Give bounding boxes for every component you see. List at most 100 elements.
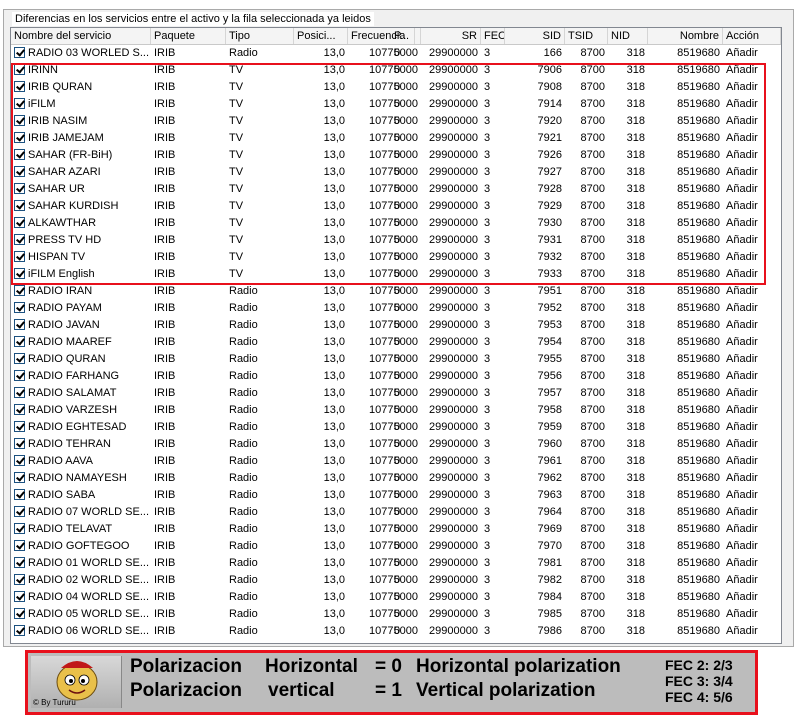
column-header[interactable]: Posici... — [294, 28, 348, 44]
table-row[interactable]: RADIO TEHRAN IRIB Radio 13,0 10775000 0 299000… — [11, 436, 781, 453]
row-checkbox[interactable] — [14, 557, 25, 568]
row-checkbox[interactable] — [14, 149, 25, 160]
row-checkbox[interactable] — [14, 404, 25, 415]
row-checkbox[interactable] — [14, 455, 25, 466]
table-row[interactable]: RADIO FARHANG IRIB Radio 13,0 10775000 0 29900… — [11, 368, 781, 385]
table-row[interactable]: RADIO NAMAYESH IRIB Radio 13,0 10775000 0 2990… — [11, 470, 781, 487]
table-cell: 8519680 — [677, 81, 720, 93]
table-row[interactable]: iFILM IRIB TV 13,0 10775000 0 29900000 3 7914 870… — [11, 96, 781, 113]
table-cell: Añadir — [726, 523, 758, 535]
row-checkbox[interactable] — [14, 217, 25, 228]
row-checkbox[interactable] — [14, 370, 25, 381]
column-header[interactable]: NID — [608, 28, 648, 44]
row-checkbox[interactable] — [14, 81, 25, 92]
row-checkbox[interactable] — [14, 438, 25, 449]
row-checkbox[interactable] — [14, 421, 25, 432]
table-row[interactable]: HISPAN TV IRIB TV 13,0 10775000 0 29900000 3 793… — [11, 249, 781, 266]
column-header[interactable]: TSID — [565, 28, 608, 44]
table-cell: 13,0 — [323, 387, 345, 399]
row-checkbox[interactable] — [14, 523, 25, 534]
table-cell: 13,0 — [323, 251, 345, 263]
table-row[interactable]: IRIB JAMEJAM IRIB TV 13,0 10775000 0 29900000 3… — [11, 130, 781, 147]
table-row[interactable]: SAHAR (FR-BiH) IRIB TV 13,0 10775000 0 2990000… — [11, 147, 781, 164]
column-header[interactable]: Nombre — [648, 28, 723, 44]
column-header[interactable]: Tipo — [226, 28, 294, 44]
row-checkbox[interactable] — [14, 387, 25, 398]
row-checkbox[interactable] — [14, 285, 25, 296]
table-cell: 8700 — [580, 319, 605, 331]
row-checkbox[interactable] — [14, 608, 25, 619]
table-row[interactable]: RADIO IRAN IRIB Radio 13,0 10775000 0 29900000… — [11, 283, 781, 300]
row-checkbox[interactable] — [14, 47, 25, 58]
column-header[interactable]: Acción — [723, 28, 781, 44]
table-row[interactable]: RADIO AAVA IRIB Radio 13,0 10775000 0 29900000… — [11, 453, 781, 470]
row-checkbox[interactable] — [14, 336, 25, 347]
row-checkbox[interactable] — [14, 115, 25, 126]
table-row[interactable]: RADIO 03 WORLED S... IRIB Radio 13,0 1077500… — [11, 45, 781, 62]
table-row[interactable]: RADIO QURAN IRIB Radio 13,0 10775000 0 2990000… — [11, 351, 781, 368]
row-checkbox[interactable] — [14, 268, 25, 279]
column-header[interactable]: SR — [415, 28, 481, 44]
row-checkbox[interactable] — [14, 625, 25, 636]
services-list[interactable]: Nombre del servicio Paquete Tipo Posici... F… — [10, 27, 782, 644]
table-row[interactable]: IRIB NASIM IRIB TV 13,0 10775000 0 29900000 3 79… — [11, 113, 781, 130]
table-cell: 0 — [394, 591, 401, 603]
table-row[interactable]: PRESS TV HD IRIB TV 13,0 10775000 0 29900000 3 7… — [11, 232, 781, 249]
table-row[interactable]: SAHAR UR IRIB TV 13,0 10775000 0 29900000 3 7928… — [11, 181, 781, 198]
table-row[interactable]: RADIO 07 WORLD SE... IRIB Radio 13,0 1077500… — [11, 504, 781, 521]
column-header[interactable]: Nombre del servicio — [11, 28, 151, 44]
row-checkbox[interactable] — [14, 506, 25, 517]
fec-line-2: FEC 3: 3/4 — [665, 673, 733, 689]
table-row[interactable]: SAHAR KURDISH IRIB TV 13,0 10775000 0 29900000… — [11, 198, 781, 215]
row-checkbox[interactable] — [14, 591, 25, 602]
row-checkbox[interactable] — [14, 302, 25, 313]
table-row[interactable]: RADIO 02 WORLD SE... IRIB Radio 13,0 1077500… — [11, 572, 781, 589]
table-cell: 13,0 — [323, 302, 345, 314]
row-checkbox[interactable] — [14, 540, 25, 551]
table-row[interactable]: ALKAWTHAR IRIB TV 13,0 10775000 0 29900000 3 793… — [11, 215, 781, 232]
table-row[interactable]: RADIO 06 WORLD SE... IRIB Radio 13,0 1077500… — [11, 623, 781, 640]
table-row[interactable]: RADIO JAVAN IRIB Radio 13,0 10775000 0 2990000… — [11, 317, 781, 334]
table-row[interactable]: iFILM English IRIB TV 13,0 10775000 0 29900000… — [11, 266, 781, 283]
row-checkbox[interactable] — [14, 353, 25, 364]
table-row[interactable]: RADIO VARZESH IRIB Radio 13,0 10775000 0 29900… — [11, 402, 781, 419]
service-name-cell: RADIO SALAMAT — [11, 385, 151, 402]
table-cell: 29900000 — [429, 523, 478, 535]
table-cell: 0 — [394, 523, 401, 535]
row-checkbox[interactable] — [14, 574, 25, 585]
table-row[interactable]: RADIO SALAMAT IRIB Radio 13,0 10775000 0 29900… — [11, 385, 781, 402]
column-header[interactable]: FEC — [481, 28, 505, 44]
row-checkbox[interactable] — [14, 98, 25, 109]
table-row[interactable]: RADIO EGHTESAD IRIB Radio 13,0 10775000 0 2990… — [11, 419, 781, 436]
table-row[interactable]: RADIO SABA IRIB Radio 13,0 10775000 0 29900000… — [11, 487, 781, 504]
table-cell: Radio — [229, 472, 258, 484]
table-cell: Radio — [229, 387, 258, 399]
row-checkbox[interactable] — [14, 234, 25, 245]
row-checkbox[interactable] — [14, 183, 25, 194]
service-name-cell: SAHAR AZARI — [11, 164, 151, 181]
row-checkbox[interactable] — [14, 489, 25, 500]
table-row[interactable]: RADIO 01 WORLD SE... IRIB Radio 13,0 1077500… — [11, 555, 781, 572]
row-checkbox[interactable] — [14, 64, 25, 75]
table-cell: IRIB — [154, 285, 176, 297]
row-checkbox[interactable] — [14, 251, 25, 262]
column-header[interactable]: Paquete — [151, 28, 226, 44]
row-checkbox[interactable] — [14, 166, 25, 177]
row-checkbox[interactable] — [14, 319, 25, 330]
table-cell: Radio — [229, 625, 258, 637]
table-row[interactable]: RADIO 05 WORLD SE... IRIB Radio 13,0 1077500… — [11, 606, 781, 623]
column-header[interactable]: SID — [505, 28, 565, 44]
row-checkbox[interactable] — [14, 472, 25, 483]
table-row[interactable]: IRINN IRIB TV 13,0 10775000 0 29900000 3 7906 870… — [11, 62, 781, 79]
table-row[interactable]: SAHAR AZARI IRIB TV 13,0 10775000 0 29900000 3 7… — [11, 164, 781, 181]
table-row[interactable]: IRIB QURAN IRIB TV 13,0 10775000 0 29900000 3 79… — [11, 79, 781, 96]
row-checkbox[interactable] — [14, 200, 25, 211]
column-header[interactable]: P... — [391, 28, 415, 44]
table-row[interactable]: RADIO PAYAM IRIB Radio 13,0 10775000 0 2990000… — [11, 300, 781, 317]
table-row[interactable]: RADIO 04 WORLD SE... IRIB Radio 13,0 1077500… — [11, 589, 781, 606]
table-row[interactable]: RADIO GOFTEGOO IRIB Radio 13,0 10775000 0 2990… — [11, 538, 781, 555]
row-checkbox[interactable] — [14, 132, 25, 143]
table-row[interactable]: RADIO MAAREF IRIB Radio 13,0 10775000 0 299000… — [11, 334, 781, 351]
table-cell: TV — [229, 183, 244, 195]
table-row[interactable]: RADIO TELAVAT IRIB Radio 13,0 10775000 0 29900… — [11, 521, 781, 538]
